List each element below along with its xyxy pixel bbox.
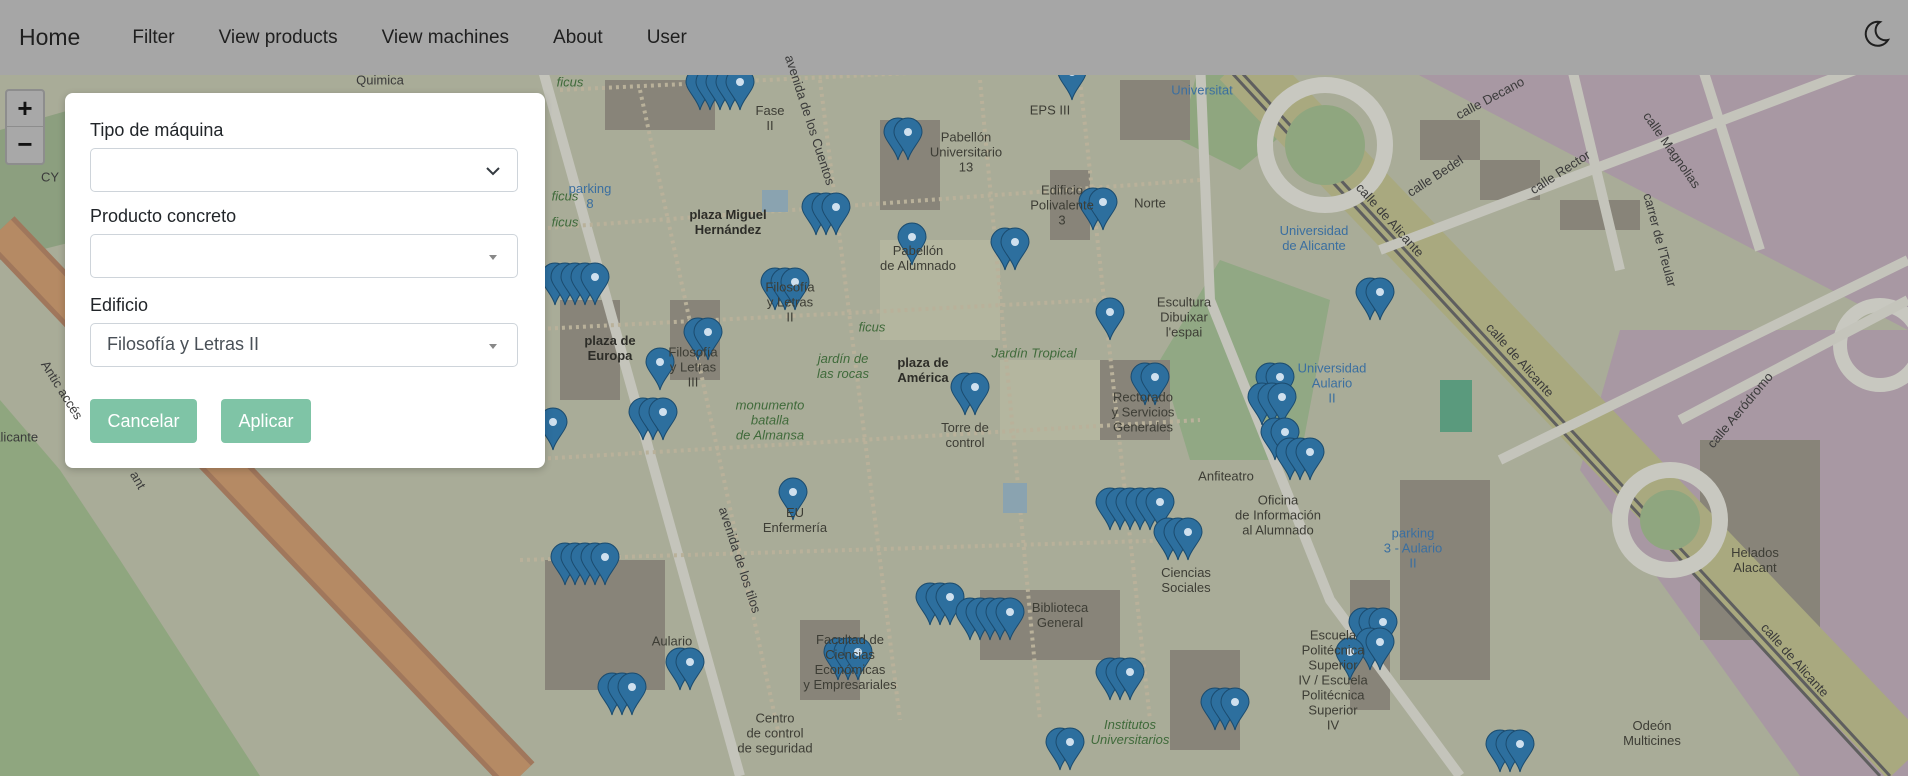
- map-place-label: Filosofía y Letras II: [765, 279, 815, 325]
- map-place-label: Institutos Universitarios: [1090, 717, 1170, 747]
- building-label: Edificio: [90, 295, 149, 315]
- building-value: Filosofía y Letras II: [107, 334, 260, 354]
- map-place-label: plaza Miguel Hernández: [689, 207, 767, 237]
- map-place-label: EU Enfermería: [762, 505, 828, 535]
- map-place-label: ficus: [551, 214, 579, 230]
- map-place-label: ficus: [551, 188, 579, 204]
- map-place-label: Odeón Multicines: [1623, 718, 1681, 748]
- map-place-label: Fase II: [755, 103, 785, 133]
- map-place-label: jardín de las rocas: [816, 351, 870, 381]
- zoom-out-button[interactable]: −: [7, 127, 43, 162]
- product-select[interactable]: [90, 234, 518, 278]
- home-link[interactable]: Home: [19, 24, 80, 51]
- map-place-label: EPS III: [1029, 102, 1071, 118]
- map-place-label: plaza de Europa: [584, 333, 636, 363]
- caret-down-icon: [489, 255, 497, 260]
- nav-about[interactable]: About: [553, 27, 603, 49]
- nav-user[interactable]: User: [647, 27, 687, 49]
- map-place-label: Anfiteatro: [1198, 468, 1254, 484]
- map-place-label: Universidad de Alicante: [1279, 223, 1349, 253]
- nav-view-products[interactable]: View products: [219, 27, 338, 49]
- map-place-label: Pabellón de Alumnado: [880, 243, 956, 273]
- filter-panel: Tipo de máquina Producto concreto Edific…: [65, 93, 545, 468]
- map-place-label: Universidad Aulario II: [1297, 360, 1367, 406]
- map-place-label: Edificio Polivalente 3: [1030, 182, 1094, 228]
- cancel-button[interactable]: Cancelar: [90, 399, 197, 443]
- machine-type-select[interactable]: [90, 148, 518, 192]
- map-place-label: Helados Alacant: [1731, 545, 1779, 575]
- map-place-label: plaza de América: [897, 355, 949, 385]
- zoom-in-button[interactable]: +: [7, 91, 43, 127]
- nav-view-machines[interactable]: View machines: [382, 27, 509, 49]
- map-street-label: Quimica: [356, 72, 404, 88]
- map-place-label: Escuela Politécnica Superior IV / Escuel…: [1298, 627, 1368, 733]
- zoom-controls: + −: [5, 89, 45, 165]
- map-place-label: ficus: [556, 74, 584, 90]
- map-place-label: Torre de control: [941, 420, 989, 450]
- map-place-label: Facultad de Ciencias Económicas y Empres…: [803, 632, 897, 692]
- map-place-label: Jardín Tropical: [991, 345, 1077, 361]
- caret-down-icon: [489, 344, 497, 349]
- map-place-label: monumento batalla de Almansa: [735, 397, 805, 443]
- map-place-label: parking 3 - Aulario II: [1383, 525, 1443, 571]
- map-place-label: Biblioteca General: [1031, 600, 1089, 630]
- map-place-label: Universitat: [1171, 82, 1233, 98]
- map-place-label: Pabellón Universitario 13: [929, 129, 1003, 175]
- product-label: Producto concreto: [90, 206, 237, 226]
- navbar: Home Filter View products View machines …: [0, 0, 1908, 75]
- map-place-label: Centro de control de seguridad: [737, 710, 813, 756]
- apply-button[interactable]: Aplicar: [221, 399, 311, 443]
- map-place-label: Ciencias Sociales: [1161, 565, 1211, 595]
- map-place-label: Filosofía y Letras III: [668, 344, 718, 390]
- map-place-label: Oficina de Información al Alumnado: [1235, 492, 1321, 538]
- building-select[interactable]: Filosofía y Letras II: [90, 323, 518, 367]
- chevron-down-icon: [486, 167, 500, 176]
- moon-icon[interactable]: [1860, 18, 1892, 50]
- machine-type-label: Tipo de máquina: [90, 120, 224, 140]
- nav-filter[interactable]: Filter: [132, 27, 174, 49]
- map-street-label: CY: [40, 169, 60, 185]
- map-place-label: Norte: [1134, 195, 1166, 211]
- map-place-label: ficus: [858, 319, 886, 335]
- map-place-label: Aulario: [651, 633, 693, 649]
- map-place-label: Escultura Dibuixar l'espai: [1156, 294, 1212, 340]
- map-place-label: Rectorado y Servicios Generales: [1111, 389, 1175, 435]
- map-street-label: Alicante: [0, 429, 39, 445]
